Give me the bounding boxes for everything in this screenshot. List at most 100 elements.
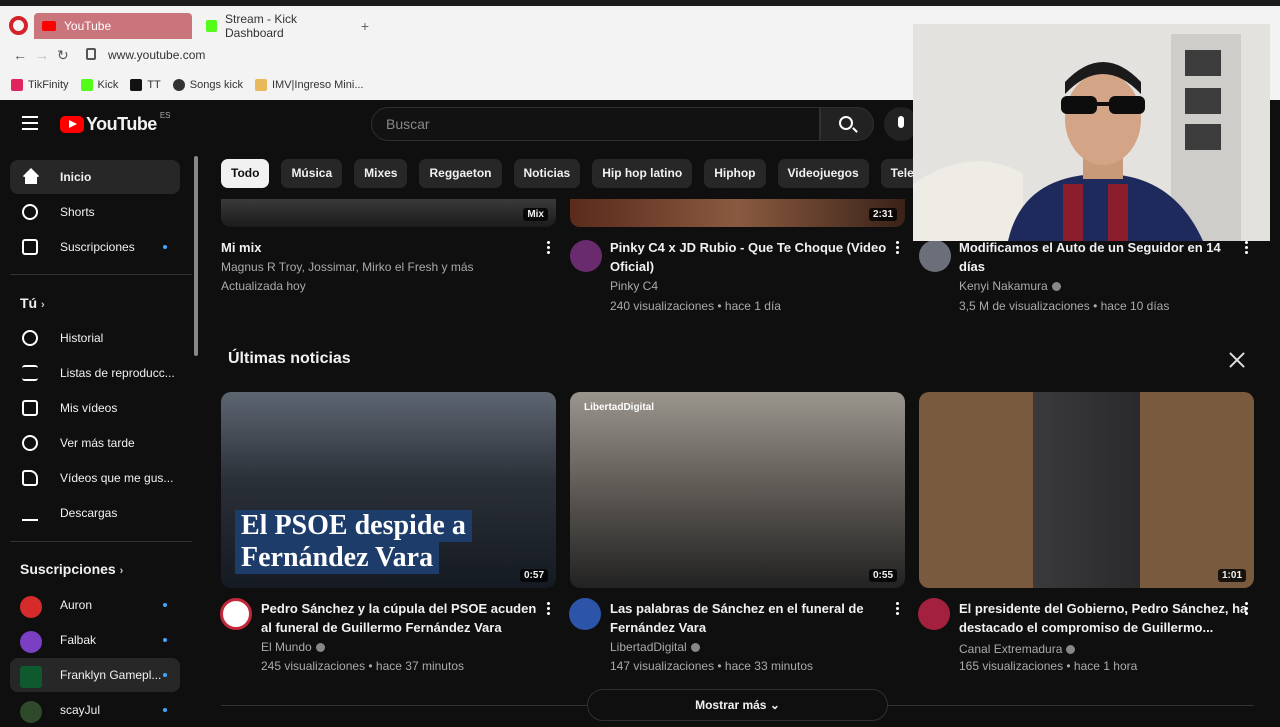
sidebar-scrollbar[interactable] <box>194 156 198 356</box>
video-title[interactable]: Pinky C4 x JD Rubio - Que Te Choque (Vid… <box>610 238 886 276</box>
kick-icon <box>80 79 93 91</box>
imv-icon <box>254 79 267 91</box>
video-channel[interactable]: Kenyi Nakamura <box>959 277 1061 296</box>
thumbnail-caption: El PSOE despide a Fernández Vara <box>235 510 472 574</box>
search-input[interactable]: Buscar <box>371 107 820 141</box>
sidebar-sub-falbak[interactable]: Falbak <box>10 623 180 657</box>
video-thumbnail[interactable]: El PSOE despide a Fernández Vara 0:57 <box>221 392 556 588</box>
sidebar-item-videos-gustan[interactable]: Vídeos que me gus... <box>10 461 180 495</box>
chip-reggaeton[interactable]: Reggaeton <box>419 159 502 188</box>
url-field[interactable]: www.youtube.com <box>108 48 205 62</box>
my-videos-icon <box>22 400 38 416</box>
video-thumbnail[interactable]: 1:01 <box>919 392 1254 588</box>
watch-later-icon <box>22 435 38 451</box>
new-content-dot <box>163 708 167 712</box>
sidebar-item-suscripciones[interactable]: Suscripciones <box>10 230 180 264</box>
chip-hip-hop-latino[interactable]: Hip hop latino <box>592 159 693 188</box>
liked-icon <box>22 470 38 486</box>
avatar[interactable] <box>918 598 950 630</box>
video-channel[interactable]: Pinky C4 <box>610 277 658 296</box>
tab-kick-dashboard[interactable]: Stream - Kick Dashboard <box>198 12 348 40</box>
more-options-icon[interactable] <box>1245 241 1249 255</box>
reload-icon[interactable]: ↻ <box>57 47 69 64</box>
sidebar-item-listas[interactable]: Listas de reproducc... <box>10 356 180 390</box>
window-top-stripe <box>0 0 1280 6</box>
sidebar-item-descargas[interactable]: Descargas <box>10 496 180 530</box>
more-options-icon[interactable] <box>1245 602 1249 616</box>
sidebar-item-historial[interactable]: Historial <box>10 321 180 355</box>
video-meta: 245 visualizaciones • hace 37 minutos <box>261 659 464 673</box>
tiktok-icon <box>130 79 143 91</box>
sidebar-sub-franklyn[interactable]: Franklyn Gamepl... <box>10 658 180 692</box>
more-options-icon[interactable] <box>547 241 551 255</box>
avatar[interactable] <box>569 598 601 630</box>
sidebar-section-tu[interactable]: Tú › <box>20 295 45 311</box>
verified-icon <box>315 643 325 653</box>
download-icon <box>22 505 38 521</box>
video-channel[interactable]: El Mundo <box>261 638 325 657</box>
menu-icon[interactable] <box>22 116 38 130</box>
search-button[interactable] <box>820 107 874 141</box>
video-title[interactable]: Pedro Sánchez y la cúpula del PSOE acude… <box>261 599 536 637</box>
history-icon <box>22 330 38 346</box>
bookmark-songs-kick[interactable]: Songs kick <box>172 79 243 91</box>
video-title[interactable]: Mi mix <box>221 238 261 257</box>
chip-mixes[interactable]: Mixes <box>354 159 408 188</box>
avatar <box>20 631 42 653</box>
close-icon[interactable] <box>1228 351 1246 369</box>
video-thumbnail[interactable]: LibertadDigital 0:55 <box>570 392 905 588</box>
chip-musica[interactable]: Música <box>281 159 343 188</box>
chip-todo[interactable]: Todo <box>221 159 270 188</box>
tab-youtube[interactable]: YouTube <box>34 13 192 39</box>
youtube-play-icon <box>60 116 84 133</box>
sidebar-sub-scayjul[interactable]: scayJul <box>10 693 180 727</box>
video-thumbnail[interactable]: 2:31 <box>570 199 905 227</box>
more-options-icon[interactable] <box>896 241 900 255</box>
bookmark-tikfinity[interactable]: TikFinity <box>11 79 69 91</box>
new-tab-plus-icon[interactable]: + <box>358 19 372 33</box>
avatar <box>20 596 42 618</box>
home-icon <box>22 168 40 184</box>
sidebar-item-shorts[interactable]: Shorts <box>10 195 180 229</box>
filter-chips: Todo Música Mixes Reggaeton Noticias Hip… <box>221 159 969 188</box>
section-title: Últimas noticias <box>228 350 351 367</box>
video-meta: 3,5 M de visualizaciones • hace 10 días <box>959 299 1170 313</box>
sidebar-item-ver-mas-tarde[interactable]: Ver más tarde <box>10 426 180 460</box>
new-content-dot <box>163 603 167 607</box>
chip-noticias[interactable]: Noticias <box>513 159 581 188</box>
new-content-dot <box>163 673 167 677</box>
chip-hiphop[interactable]: Hiphop <box>704 159 766 188</box>
sidebar-sub-auron[interactable]: Auron <box>10 588 180 622</box>
video-meta: Actualizada hoy <box>221 279 306 293</box>
chevron-right-icon: › <box>119 565 124 577</box>
bookmark-imv[interactable]: IMV|Ingreso Mini... <box>254 79 363 91</box>
browser-logo-icon[interactable] <box>9 16 28 35</box>
sidebar: Inicio Shorts Suscripciones Tú › Histori… <box>0 148 192 723</box>
video-channel[interactable]: Magnus R Troy, Jossimar, Mirko el Fresh … <box>221 258 474 277</box>
avatar[interactable] <box>919 240 951 272</box>
video-thumbnail[interactable]: Mix <box>221 199 556 227</box>
sidebar-section-suscripciones[interactable]: Suscripciones › <box>20 561 123 577</box>
sidebar-item-mis-videos[interactable]: Mis vídeos <box>10 391 180 425</box>
video-channel[interactable]: LibertadDigital <box>610 638 700 657</box>
avatar[interactable] <box>570 240 602 272</box>
github-icon <box>172 79 185 91</box>
video-title[interactable]: Las palabras de Sánchez en el funeral de… <box>610 599 864 637</box>
sidebar-item-inicio[interactable]: Inicio <box>10 160 180 194</box>
video-title[interactable]: Modificamos el Auto de un Seguidor en 14… <box>959 238 1221 276</box>
bookmark-kick[interactable]: Kick <box>80 79 118 91</box>
chip-videojuegos[interactable]: Videojuegos <box>777 159 869 188</box>
forward-arrow-icon[interactable]: → <box>35 47 49 63</box>
verified-icon <box>1051 282 1061 292</box>
back-arrow-icon[interactable]: ← <box>13 47 27 63</box>
bookmark-tt[interactable]: TT <box>130 79 161 91</box>
verified-icon <box>690 643 700 653</box>
show-more-button[interactable]: Mostrar más ⌄ <box>587 689 888 721</box>
video-title[interactable]: El presidente del Gobierno, Pedro Sánche… <box>959 599 1247 637</box>
youtube-favicon-icon <box>42 21 56 31</box>
avatar[interactable] <box>220 598 252 630</box>
more-options-icon[interactable] <box>896 602 900 616</box>
more-options-icon[interactable] <box>547 602 551 616</box>
webcam-overlay <box>913 24 1270 241</box>
youtube-logo[interactable]: YouTube ES <box>60 111 171 135</box>
